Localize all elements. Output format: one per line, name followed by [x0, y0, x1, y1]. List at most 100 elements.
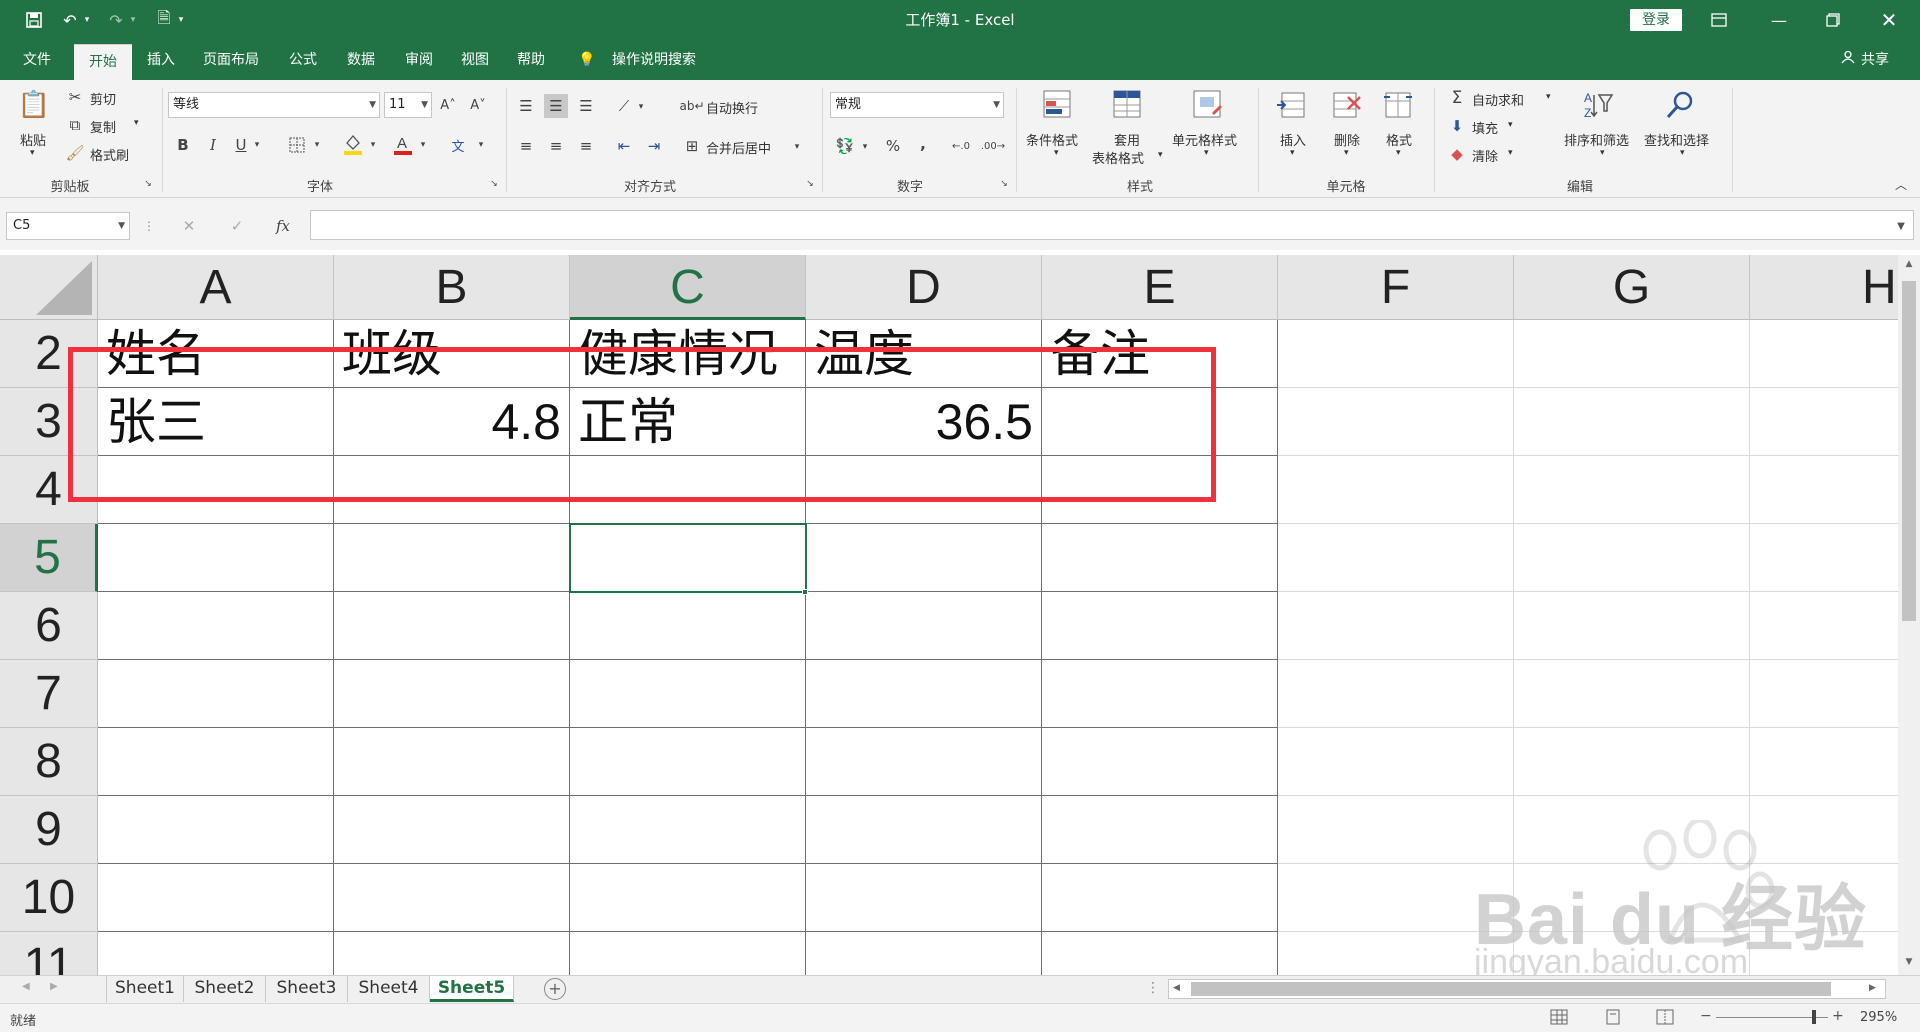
- decrease-decimal-icon[interactable]: .00→: [980, 134, 1006, 158]
- tab-help[interactable]: 帮助: [506, 40, 556, 80]
- cell-g3[interactable]: [1514, 388, 1750, 456]
- decrease-indent-icon[interactable]: ⇤: [612, 134, 636, 158]
- close-icon[interactable]: ✕: [1866, 6, 1912, 34]
- zoom-level[interactable]: 295%: [1860, 1010, 1897, 1025]
- vertical-scrollbar[interactable]: ▲ ▼: [1898, 255, 1920, 975]
- cell-h6[interactable]: [1750, 592, 1898, 660]
- enter-icon[interactable]: ✓: [226, 214, 248, 238]
- cell-c2[interactable]: 健康情况: [570, 320, 806, 388]
- cell-h4[interactable]: [1750, 456, 1898, 524]
- cell-c7[interactable]: [570, 660, 806, 728]
- cell-f9[interactable]: [1278, 796, 1514, 864]
- cell-d5[interactable]: [806, 524, 1042, 592]
- sheet-tab-1[interactable]: Sheet1: [106, 976, 184, 1002]
- cell-f4[interactable]: [1278, 456, 1514, 524]
- sheet-tab-5[interactable]: Sheet5: [430, 976, 514, 1002]
- row-header-5[interactable]: 5: [0, 524, 98, 592]
- increase-indent-icon[interactable]: ⇥: [642, 134, 666, 158]
- cell-g2[interactable]: [1514, 320, 1750, 388]
- prev-sheet-icon[interactable]: ◀: [22, 981, 30, 992]
- cell-e5[interactable]: [1042, 524, 1278, 592]
- row-header-11[interactable]: 11: [0, 932, 98, 975]
- fill-icon[interactable]: ⬇: [1448, 116, 1466, 136]
- find-select-button[interactable]: 查找和选择: [1644, 130, 1709, 149]
- alignment-launcher-icon[interactable]: ↘: [804, 178, 816, 190]
- cell-g7[interactable]: [1514, 660, 1750, 728]
- copy-button[interactable]: 复制: [90, 117, 116, 136]
- column-header-f[interactable]: F: [1278, 255, 1514, 320]
- underline-dropdown-icon[interactable]: ▾: [252, 136, 262, 154]
- scrollbar-thumb[interactable]: [1902, 281, 1916, 621]
- paste-button[interactable]: 粘贴: [20, 130, 46, 149]
- cell-c8[interactable]: [570, 728, 806, 796]
- cell-a3[interactable]: 张三: [98, 388, 334, 456]
- wrap-text-icon[interactable]: ab↵: [679, 94, 704, 118]
- align-bottom-icon[interactable]: ☰: [574, 94, 598, 118]
- tab-review[interactable]: 审阅: [394, 40, 444, 80]
- orientation-dropdown-icon[interactable]: ▾: [636, 98, 646, 116]
- cell-styles-button[interactable]: 单元格样式: [1172, 130, 1237, 149]
- cell-d6[interactable]: [806, 592, 1042, 660]
- sheet-tab-2[interactable]: Sheet2: [184, 976, 266, 1002]
- insert-function-button[interactable]: fx: [272, 214, 294, 238]
- cell-c4[interactable]: [570, 456, 806, 524]
- borders-dropdown-icon[interactable]: ▾: [312, 136, 322, 154]
- font-color-dropdown-icon[interactable]: ▾: [418, 136, 428, 154]
- name-box[interactable]: C5 ▼: [6, 212, 130, 240]
- scroll-up-icon[interactable]: ▲: [1902, 259, 1916, 273]
- user-icon[interactable]: [1838, 40, 1858, 80]
- cell-f3[interactable]: [1278, 388, 1514, 456]
- format-as-table-label-2[interactable]: 表格格式: [1092, 148, 1144, 167]
- autosum-button[interactable]: 自动求和: [1472, 90, 1524, 109]
- lightbulb-icon[interactable]: 💡: [576, 40, 598, 80]
- borders-icon[interactable]: [286, 134, 308, 156]
- cell-g6[interactable]: [1514, 592, 1750, 660]
- copy-dropdown-icon[interactable]: ▾: [134, 118, 139, 128]
- autosum-icon[interactable]: Σ: [1448, 88, 1466, 108]
- align-right-icon[interactable]: ≡: [574, 134, 598, 158]
- cell-b4[interactable]: [334, 456, 570, 524]
- column-header-a[interactable]: A: [98, 255, 334, 320]
- wrap-text-button[interactable]: 自动换行: [706, 98, 758, 117]
- row-header-2[interactable]: 2: [0, 320, 98, 388]
- cell-b9[interactable]: [334, 796, 570, 864]
- cell-d10[interactable]: [806, 864, 1042, 932]
- clear-button[interactable]: 清除: [1472, 146, 1498, 165]
- column-header-d[interactable]: D: [806, 255, 1042, 320]
- hscroll-thumb[interactable]: [1191, 982, 1831, 996]
- merge-center-icon[interactable]: ⊞: [682, 134, 702, 158]
- row-header-3[interactable]: 3: [0, 388, 98, 456]
- format-cells-icon[interactable]: [1380, 88, 1416, 122]
- merge-center-button[interactable]: 合并后居中: [706, 138, 771, 157]
- tab-page-layout[interactable]: 页面布局: [196, 40, 266, 80]
- format-painter-button[interactable]: 格式刷: [90, 145, 129, 164]
- format-painter-icon[interactable]: 🖌: [65, 144, 84, 162]
- phonetic-icon[interactable]: 文: [448, 134, 468, 156]
- tab-file[interactable]: 文件: [12, 40, 62, 80]
- page-layout-view-icon[interactable]: [1604, 1009, 1624, 1027]
- format-as-table-dropdown-icon[interactable]: ▾: [1158, 150, 1163, 160]
- underline-button[interactable]: U: [232, 134, 250, 156]
- fill-handle[interactable]: [802, 589, 808, 595]
- fill-color-icon[interactable]: [342, 132, 364, 156]
- cell-c10[interactable]: [570, 864, 806, 932]
- select-all-button[interactable]: [0, 255, 98, 320]
- cell-b10[interactable]: [334, 864, 570, 932]
- cell-d4[interactable]: [806, 456, 1042, 524]
- align-top-icon[interactable]: ☰: [514, 94, 538, 118]
- cell-a2[interactable]: 姓名: [98, 320, 334, 388]
- column-header-h[interactable]: H: [1750, 255, 1898, 320]
- paste-dropdown-icon[interactable]: ▾: [30, 148, 35, 158]
- next-sheet-icon[interactable]: ▶: [50, 981, 58, 992]
- column-header-b[interactable]: B: [334, 255, 570, 320]
- copy-icon[interactable]: ⧉: [66, 116, 84, 134]
- sort-dropdown-icon[interactable]: ▾: [1600, 148, 1605, 158]
- cell-g5[interactable]: [1514, 524, 1750, 592]
- cell-h3[interactable]: [1750, 388, 1898, 456]
- cell-a5[interactable]: [98, 524, 334, 592]
- cell-g4[interactable]: [1514, 456, 1750, 524]
- cell-d8[interactable]: [806, 728, 1042, 796]
- cancel-icon[interactable]: ✕: [178, 214, 200, 238]
- cell-e8[interactable]: [1042, 728, 1278, 796]
- zoom-out-icon[interactable]: −: [1700, 1008, 1712, 1024]
